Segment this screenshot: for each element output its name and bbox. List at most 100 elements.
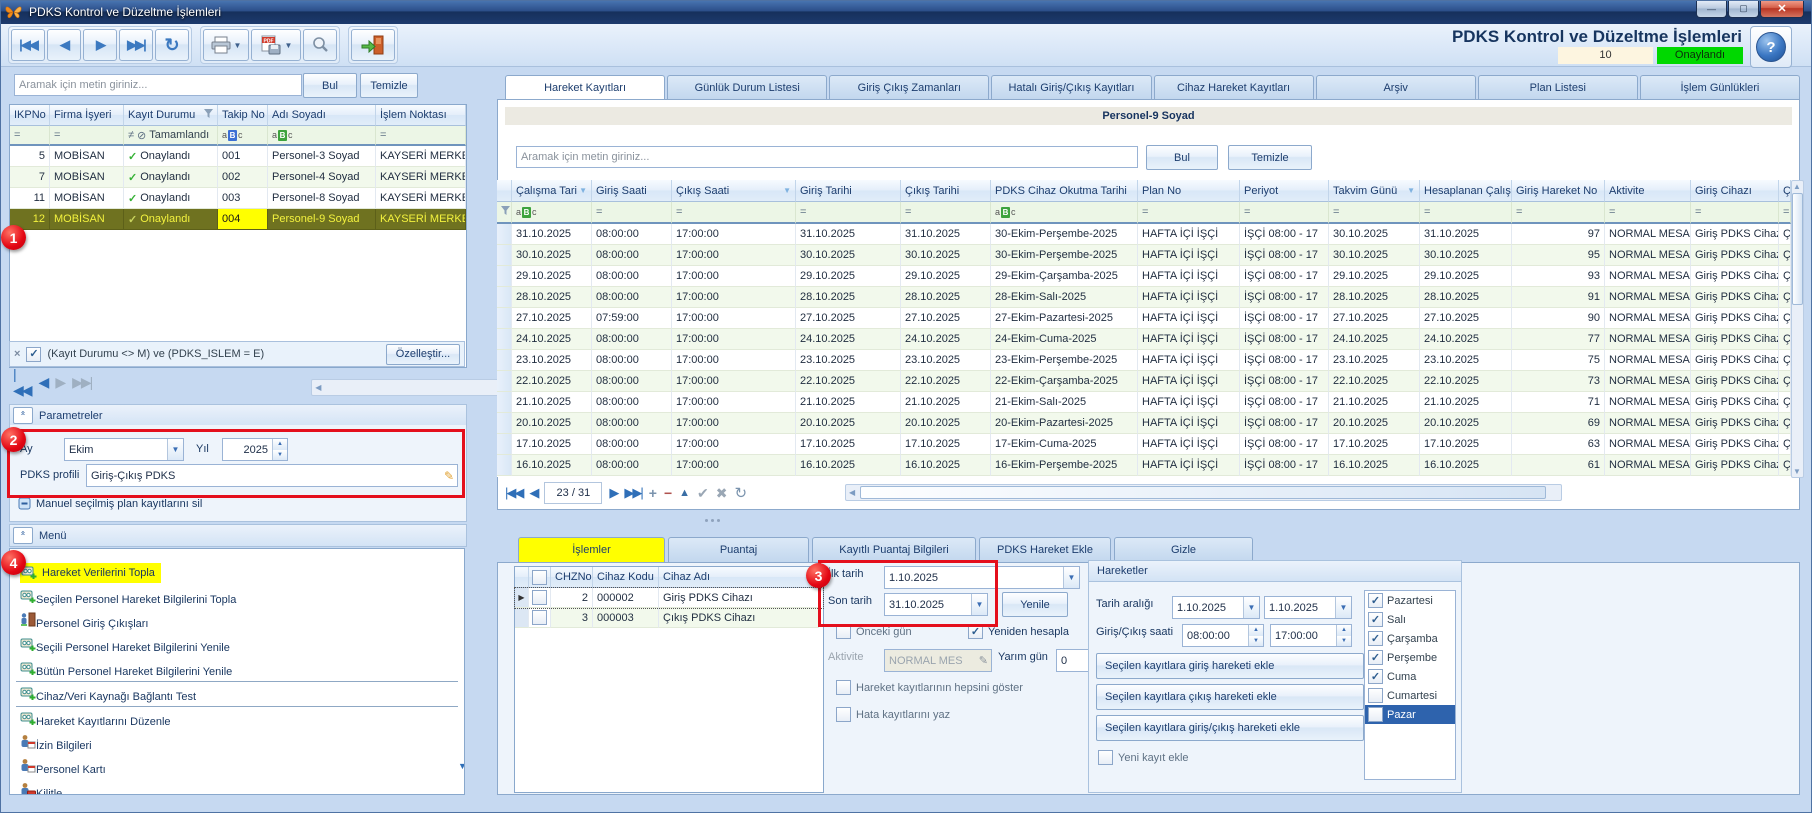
weekday-item[interactable]: Cuma [1365,667,1455,686]
movement-row[interactable]: 20.10.202508:00:0017:00:0020.10.202520.1… [497,413,1791,434]
left-find-button[interactable]: Bul [303,73,357,98]
movement-row[interactable]: 16.10.202508:00:0017:00:0016.10.202516.1… [497,455,1791,476]
device-row[interactable]: 3000003Çıkış PDKS Cihazı [515,608,823,628]
weekday-checkbox[interactable] [1368,707,1383,722]
pager-next-button[interactable]: ▶ [55,374,64,391]
customize-filter-button[interactable]: Özelleştir... [386,344,460,365]
filter-cell[interactable]: = [901,202,991,224]
main-clear-button[interactable]: Temizle [1228,145,1312,170]
select-all-header[interactable] [529,567,551,588]
filter-cell[interactable]: = [1420,202,1512,224]
column-header[interactable]: Hesaplanan Çalışm [1420,180,1512,202]
weekday-item[interactable]: Salı [1365,610,1455,629]
recalculate-checkbox[interactable] [968,624,983,639]
personnel-row[interactable]: 5MOBİSAN✓Onaylandı001Personel-3 SoyadKAY… [10,146,466,167]
pdf-export-button[interactable]: PDF ▼ [251,29,301,61]
column-header[interactable]: Kayıt Durumu [124,105,218,126]
add-exit-movement-button[interactable]: Seçilen kayıtlara çıkış hareketi ekle [1096,684,1364,710]
column-header[interactable]: Ç [1779,180,1791,202]
grid-refresh-button[interactable]: ↻ [734,484,747,502]
preview-settings-button[interactable] [303,29,337,61]
menu-item[interactable]: Kilitle [10,779,464,795]
menu-item[interactable]: İzin Bilgileri [10,731,464,755]
movement-row[interactable]: 24.10.202508:00:0017:00:0024.10.202524.1… [497,329,1791,350]
movement-row[interactable]: 17.10.202508:00:0017:00:0017.10.202517.1… [497,434,1791,455]
movement-row[interactable]: 28.10.202508:00:0017:00:0028.10.202528.1… [497,287,1791,308]
device-row-checkbox[interactable] [532,610,547,625]
filter-cell[interactable]: = [1512,202,1605,224]
device-row-checkbox[interactable] [532,590,547,605]
tab-giri-k-zamanlar-[interactable]: Giriş Çıkış Zamanları [829,75,989,99]
filter-cell[interactable]: aBc [268,126,376,146]
column-header[interactable]: Giriş Saati [592,180,672,202]
pager-first-button[interactable]: |◀◀ [13,366,31,399]
select-all-checkbox[interactable] [532,570,547,585]
menu-item[interactable]: Personel Giriş Çıkışları [10,609,464,633]
weekday-checkbox[interactable] [1368,593,1383,608]
weekday-checkbox[interactable] [1368,631,1383,646]
previous-day-option[interactable]: Önceki gün [836,624,912,639]
bottom-tab-pdks-hareket-ekle[interactable]: PDKS Hareket Ekle [979,537,1111,562]
column-header[interactable]: CHZNo [551,567,593,588]
weekday-item[interactable]: Pazar [1365,705,1455,724]
time-out-spinner[interactable]: 17:00:00 ▲▼ [1270,624,1352,647]
minimize-button[interactable]: — [1696,0,1727,18]
movement-row[interactable]: 30.10.202508:00:0017:00:0030.10.202530.1… [497,245,1791,266]
pdks-profile-field[interactable]: Giriş-Çıkış PDKS ✎ [86,464,458,487]
spinner-arrows-icon[interactable]: ▲▼ [272,439,287,460]
filter-cell[interactable]: aBc [512,202,592,224]
range-from-combobox[interactable]: 1.10.2025 ▼ [1172,596,1260,619]
last-date-combobox[interactable]: 31.10.2025 ▼ [884,593,988,616]
left-search-input[interactable] [14,74,302,96]
bottom-tab-puantaj[interactable]: Puantaj [668,537,809,562]
manual-delete-option[interactable]: Manuel seçilmiş plan kayıtlarını sil [18,497,202,510]
previous-day-checkbox[interactable] [836,624,851,639]
first-record-button[interactable]: |◀◀ [11,29,45,61]
menu-header[interactable]: ⌃⌃ Menü [9,524,467,547]
recalculate-option[interactable]: Yeniden hesapla [968,624,1069,639]
range-to-combobox[interactable]: 1.10.2025 ▼ [1264,596,1352,619]
weekday-checkbox[interactable] [1368,688,1383,703]
column-header[interactable]: Giriş Hareket No [1512,180,1605,202]
filter-cell[interactable]: aBc [218,126,268,146]
exit-button[interactable] [351,29,395,61]
chevron-down-icon[interactable]: ▼ [1063,567,1079,588]
grid-first-button[interactable]: |◀◀ [505,485,522,501]
filter-cell[interactable]: = [50,126,124,146]
menu-item[interactable]: Bütün Personel Hareket Bilgilerini Yenil… [10,657,464,681]
show-all-checkbox[interactable] [836,680,851,695]
filter-cell[interactable]: = [1138,202,1240,224]
last-record-button[interactable]: ▶▶| [119,29,153,61]
bottom-tab-i-lemler[interactable]: İşlemler [518,537,665,562]
column-header[interactable]: PDKS Cihaz Okutma Tarihi [991,180,1138,202]
filter-cell[interactable]: = [1691,202,1779,224]
spinner-arrows-icon[interactable]: ▲▼ [1336,625,1351,646]
movement-row[interactable]: 29.10.202508:00:0017:00:0029.10.202529.1… [497,266,1791,287]
filter-cell[interactable]: = [1779,202,1791,224]
movement-row[interactable]: 22.10.202508:00:0017:00:0022.10.202522.1… [497,371,1791,392]
time-in-spinner[interactable]: 08:00:00 ▲▼ [1182,624,1264,647]
bottom-tab-gizle[interactable]: Gizle [1114,537,1253,562]
personnel-row[interactable]: 7MOBİSAN✓Onaylandı002Personel-4 SoyadKAY… [10,167,466,188]
column-header[interactable]: Cihaz Kodu [593,567,659,588]
chevron-down-icon[interactable]: ▼ [167,439,183,460]
close-button[interactable]: ✕ [1760,0,1804,18]
new-record-option[interactable]: Yeni kayıt ekle [1098,750,1189,765]
menu-item[interactable]: Seçilen Personel Hareket Bilgilerini Top… [10,585,464,609]
year-spinner[interactable]: 2025 ▲▼ [222,438,288,461]
weekday-item[interactable]: Pazartesi [1365,591,1455,610]
weekday-item[interactable]: Perşembe [1365,648,1455,667]
column-header[interactable]: Takip No [218,105,268,126]
column-header[interactable]: Çıkış Saati▼ [672,180,796,202]
column-header[interactable]: Çıkış Tarihi [901,180,991,202]
column-header[interactable]: Firma İşyeri [50,105,124,126]
filter-enabled-checkbox[interactable] [26,347,41,362]
next-record-button[interactable]: ▶ [83,29,117,61]
tab-plan-listesi[interactable]: Plan Listesi [1478,75,1638,99]
maximize-button[interactable]: ▢ [1728,0,1759,18]
grid-last-button[interactable]: ▶▶| [624,485,641,501]
filter-cell[interactable]: = [796,202,901,224]
write-errors-option[interactable]: Hata kayıtlarını yaz [836,707,950,722]
previous-record-button[interactable]: ◀ [47,29,81,61]
filter-cell[interactable]: = [672,202,796,224]
